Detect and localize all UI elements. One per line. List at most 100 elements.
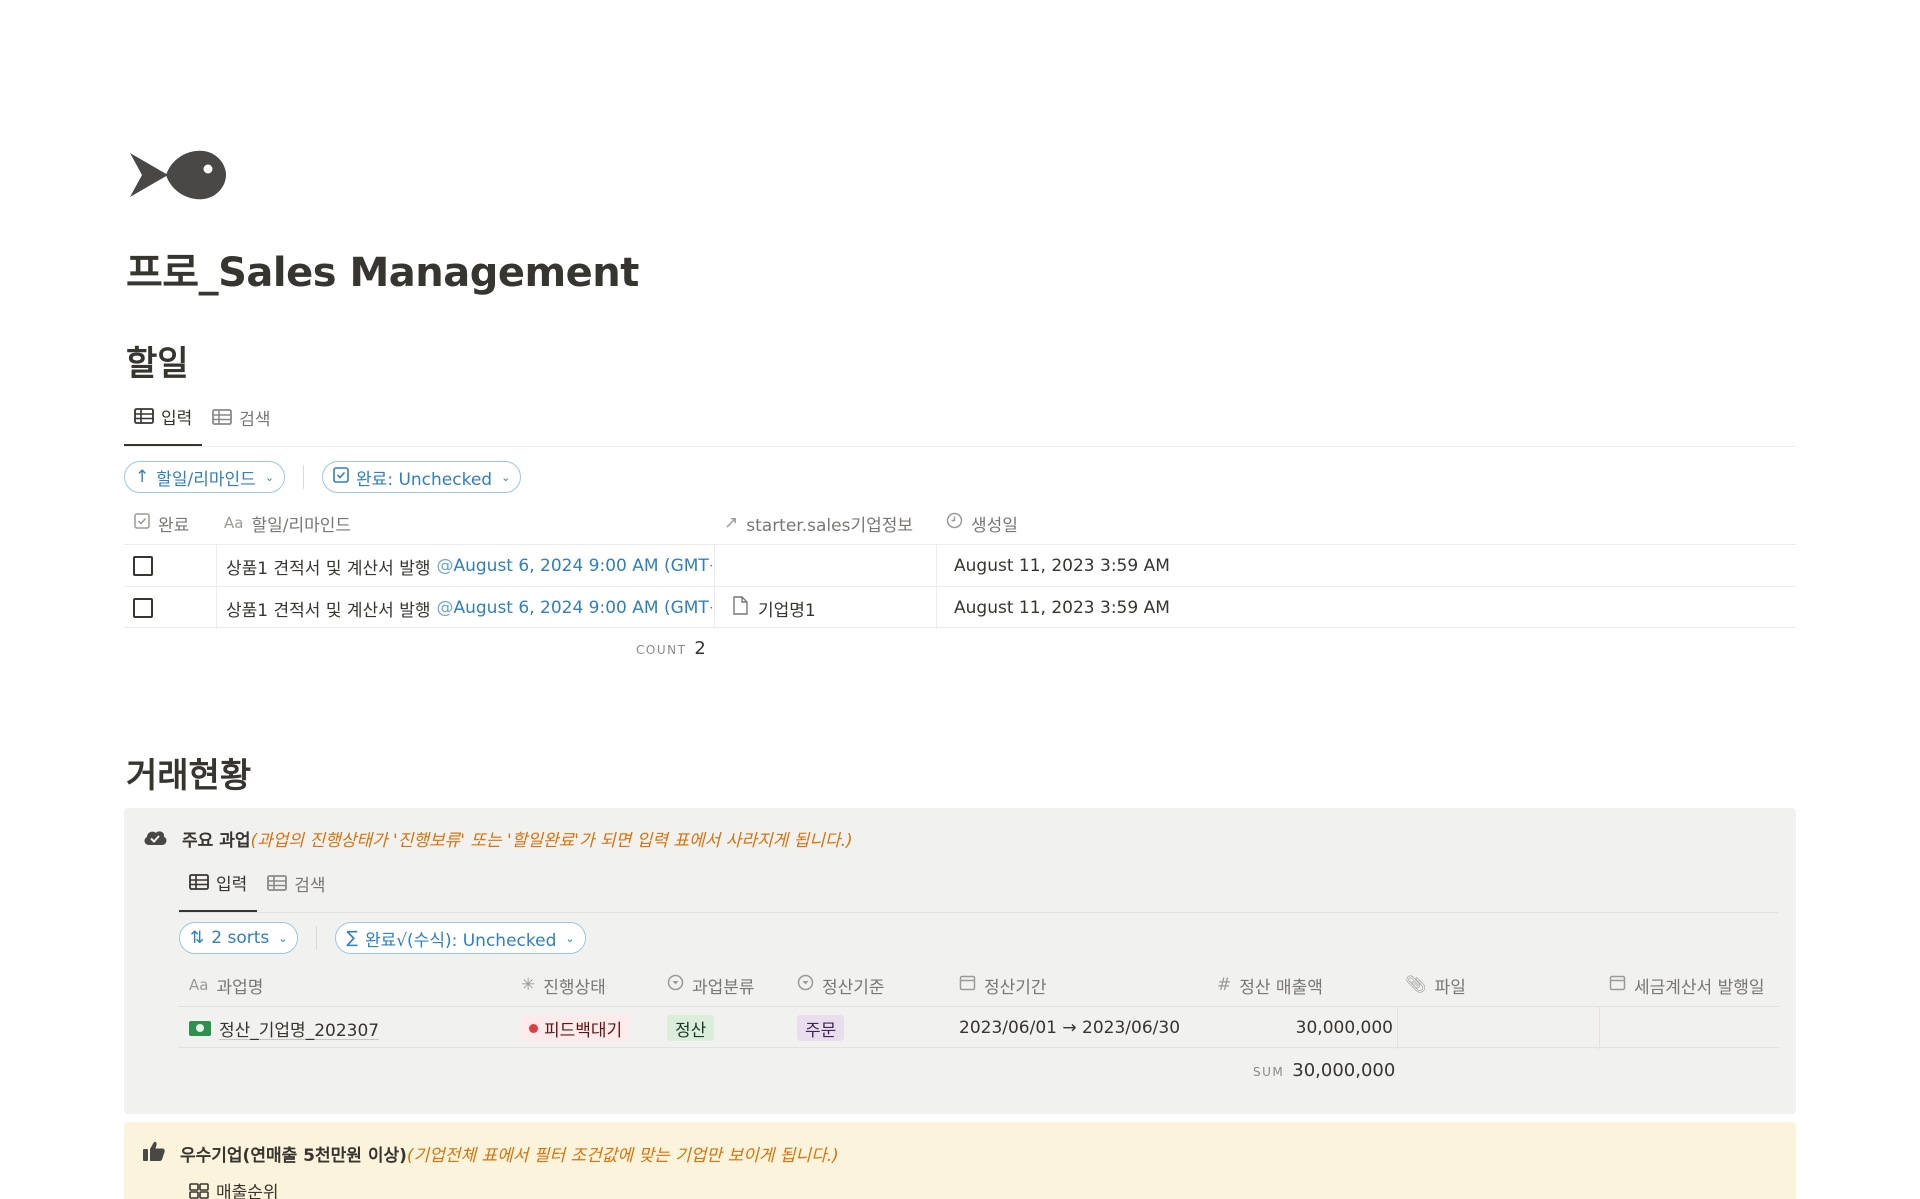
main-tasks-callout: 주요 과업(과업의 진행상태가 '진행보류' 또는 '할일완료'가 되면 입력 … [124,808,1796,1114]
date-mention[interactable]: @August 6, 2024 9:00 AM (GMT+9) [436,598,712,618]
filter-chip[interactable]: 완료: Unchecked ⌄ [322,461,522,493]
company-link[interactable]: 기업명1 [758,596,816,621]
todo-view-tabs: 입력 검색 [124,400,281,446]
tab-label: 입력 [161,408,193,429]
column-header-amount[interactable]: # 정산 매출액 [1217,964,1323,1006]
task-name-cell[interactable]: 정산_기업명_202307 [189,1007,379,1049]
column-header-company[interactable]: ↗ starter.sales기업정보 [724,502,913,544]
todo-filter-bar: ↑ 할일/리마인드 ⌄ 완료: Unchecked ⌄ [124,461,522,493]
column-header-category[interactable]: 과업분류 [667,964,755,1006]
count-aggregate[interactable]: COUNT 2 [636,638,706,659]
sort-chip-label: 할일/리마인드 [156,469,256,490]
tab-divider [179,912,1778,913]
count-label: COUNT [636,643,687,657]
column-header-label: 정산기준 [822,977,885,998]
table-header: Aa 과업명 ✳ 진행상태 과업분류 정산기준 정산기간 # 정산 매출액 📎︎… [179,964,1779,1006]
callout-header: 주요 과업(과업의 진행상태가 '진행보류' 또는 '할일완료'가 되면 입력 … [142,826,853,851]
column-header-period[interactable]: 정산기간 [959,964,1047,1006]
column-header-name[interactable]: Aa 과업명 [189,964,263,1006]
chip-divider [303,465,305,489]
created-cell: August 11, 2023 3:59 AM [954,598,1170,618]
column-header-file[interactable]: 📎︎ 파일 [1405,964,1466,1006]
task-name-link[interactable]: 정산_기업명_202307 [219,1016,379,1041]
period-cell[interactable]: 2023/06/01 → 2023/06/30 [959,1007,1180,1049]
callout-title: 우수기업(연매출 5천만원 이상) [180,1145,407,1166]
company-cell[interactable]: 기업명1 [732,587,932,629]
date-mention[interactable]: @August 6, 2024 9:00 AM (GMT+9) [436,556,712,576]
column-header-label: 과업명 [216,977,264,998]
column-header-created[interactable]: 생성일 [946,502,1018,544]
column-header-task[interactable]: Aa 할일/리마인드 [224,502,351,544]
select-icon [797,974,814,996]
task-text: 상품1 견적서 및 계산서 발행 [226,600,431,621]
chevron-down-icon: ⌄ [565,931,575,945]
tab-label: 매출순위 [216,1183,279,1199]
fish-icon[interactable] [128,145,228,205]
table-row[interactable]: 정산_기업명_202307 피드백대기 정산 주문 2023/06/01 → 2… [179,1006,1779,1049]
column-header-label: 과업분류 [692,977,755,998]
column-header-label: 정산 매출액 [1239,977,1323,998]
table-row[interactable]: 상품1 견적서 및 계산서 발행 @August 6, 2024 9:00 AM… [124,544,1796,587]
callout-note: (기업전체 표에서 필터 조건값에 맞는 기업만 보이게 됩니다.) [406,1145,839,1166]
checkbox-icon [134,512,150,534]
status-cell[interactable]: 피드백대기 [521,1007,631,1049]
table-icon [189,874,209,890]
tab-input[interactable]: 입력 [124,400,203,446]
status-tag: 피드백대기 [521,1015,631,1041]
sort-chip-label: 2 sorts [211,928,270,948]
cloud-check-icon [142,827,168,851]
deals-heading: 거래현황 [126,756,252,796]
relation-arrow-icon: ↗ [724,513,739,533]
column-header-label: 생성일 [971,515,1018,536]
chip-divider [316,926,318,950]
tab-input[interactable]: 입력 [179,866,258,912]
column-header-label: starter.sales기업정보 [746,515,914,536]
sort-chip[interactable]: ↑ 할일/리마인드 ⌄ [124,461,286,493]
category-cell[interactable]: 정산 [667,1007,715,1049]
tab-label: 검색 [294,875,326,896]
tab-search[interactable]: 검색 [257,866,335,912]
filter-chip-label: 완료√(수식): Unchecked [364,930,557,951]
column-header-basis[interactable]: 정산기준 [797,964,885,1006]
text-type-icon: Aa [224,514,244,532]
sort-chip[interactable]: ⇅ 2 sorts ⌄ [179,922,299,954]
task-cell[interactable]: 상품1 견적서 및 계산서 발행 @August 6, 2024 9:00 AM… [226,545,712,587]
deals-table: Aa 과업명 ✳ 진행상태 과업분류 정산기준 정산기간 # 정산 매출액 📎︎… [179,964,1779,1081]
calendar-icon [959,974,976,996]
status-spinner-icon: ✳ [521,975,536,995]
mention-date: August 6, 2024 9:00 AM (GMT+9) [453,598,712,618]
basis-cell[interactable]: 주문 [797,1007,845,1049]
todo-table: 완료 Aa 할일/리마인드 ↗ starter.sales기업정보 생성일 상품… [124,502,1796,659]
tab-sales-rank[interactable]: 매출순위 [179,1178,289,1199]
deals-filter-bar: ⇅ 2 sorts ⌄ ∑ 완료√(수식): Unchecked ⌄ [179,922,586,954]
column-header-done[interactable]: 완료 [134,502,189,544]
tab-label: 입력 [216,874,248,895]
column-header-invoice[interactable]: 세금계산서 발행일 [1609,964,1765,1006]
created-cell: August 11, 2023 3:59 AM [954,556,1170,576]
table-icon [212,409,233,425]
table-row[interactable]: 상품1 견적서 및 계산서 발행 @August 6, 2024 9:00 AM… [124,586,1796,629]
company-cell[interactable] [724,545,934,587]
select-icon [667,974,684,996]
filter-chip[interactable]: ∑ 완료√(수식): Unchecked ⌄ [335,922,586,954]
sum-aggregate[interactable]: SUM 30,000,000 [1253,1060,1395,1081]
done-checkbox[interactable] [133,587,153,629]
money-bill-icon [189,1020,211,1036]
invoice-cell[interactable] [1609,1007,1769,1049]
number-hash-icon: # [1217,975,1232,995]
task-cell[interactable]: 상품1 견적서 및 계산서 발행 @August 6, 2024 9:00 AM… [226,587,712,629]
status-text: 피드백대기 [544,1020,623,1041]
mention-date: August 6, 2024 9:00 AM (GMT+9) [453,556,712,576]
chevron-down-icon: ⌄ [278,931,288,945]
callout-note: (과업의 진행상태가 '진행보류' 또는 '할일완료'가 되면 입력 표에서 사… [250,831,853,851]
file-cell[interactable] [1405,1007,1595,1049]
column-header-status[interactable]: ✳ 진행상태 [521,964,606,1006]
column-header-label: 파일 [1434,977,1466,998]
basis-tag: 주문 [797,1015,845,1041]
arrow-up-icon: ↑ [135,467,150,487]
tab-search[interactable]: 검색 [202,400,280,446]
checkbox-icon [333,466,349,488]
filter-chip-label: 완료: Unchecked [356,469,493,490]
amount-cell[interactable]: 30,000,000 [1217,1007,1393,1049]
done-checkbox[interactable] [133,545,153,587]
